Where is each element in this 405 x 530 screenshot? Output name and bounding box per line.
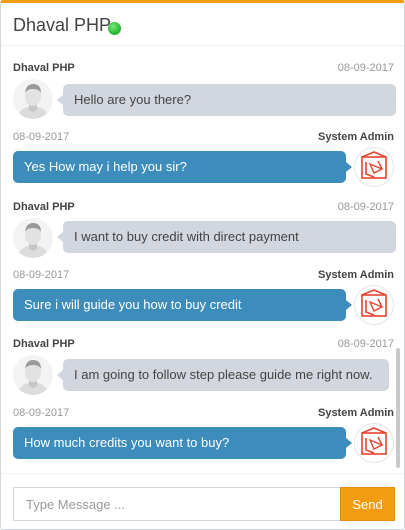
chat-box: Dhaval PHP Dhaval PHP 08-09-2017 Hello a…	[0, 0, 405, 530]
chat-title: Dhaval PHP	[13, 15, 112, 35]
message-bubble: Sure i will guide you how to buy credit	[13, 289, 352, 321]
message-sender-name: Dhaval PHP	[13, 338, 75, 350]
user-avatar-icon	[13, 218, 53, 258]
message-list[interactable]: Dhaval PHP 08-09-2017 Hello are you ther…	[1, 47, 404, 472]
message-timestamp: 08-09-2017	[13, 407, 70, 419]
chat-footer: Send	[1, 473, 404, 530]
send-button[interactable]: Send	[340, 487, 395, 521]
message-scrollbar[interactable]	[396, 348, 400, 468]
message-sender-name: Dhaval PHP	[13, 201, 75, 213]
message-bubble: How much credits you want to buy?	[13, 427, 352, 459]
laravel-logo-icon	[354, 147, 394, 187]
message-sender-name: System Admin	[317, 407, 394, 419]
message-timestamp: 08-09-2017	[13, 269, 70, 281]
message-timestamp: 08-09-2017	[337, 62, 394, 74]
message-bubble: I want to buy credit with direct payment	[57, 221, 396, 253]
chat-header: Dhaval PHP	[1, 3, 404, 46]
message-input[interactable]	[13, 487, 340, 521]
laravel-logo-icon	[354, 423, 394, 463]
message-timestamp: 08-09-2017	[337, 201, 394, 213]
message-bubble: I am going to follow step please guide m…	[57, 359, 389, 391]
message-sender-name: System Admin	[317, 269, 394, 281]
message-timestamp: 08-09-2017	[13, 131, 70, 143]
message-bubble: Hello are you there?	[57, 84, 396, 116]
user-avatar-icon	[13, 79, 53, 119]
message-bubble: Yes How may i help you sir?	[13, 151, 352, 183]
laravel-logo-icon	[354, 285, 394, 325]
online-status-icon	[108, 22, 121, 35]
message-sender-name: Dhaval PHP	[13, 62, 75, 74]
user-avatar-icon	[13, 355, 53, 395]
message-timestamp: 08-09-2017	[337, 338, 394, 350]
message-sender-name: System Admin	[317, 131, 394, 143]
